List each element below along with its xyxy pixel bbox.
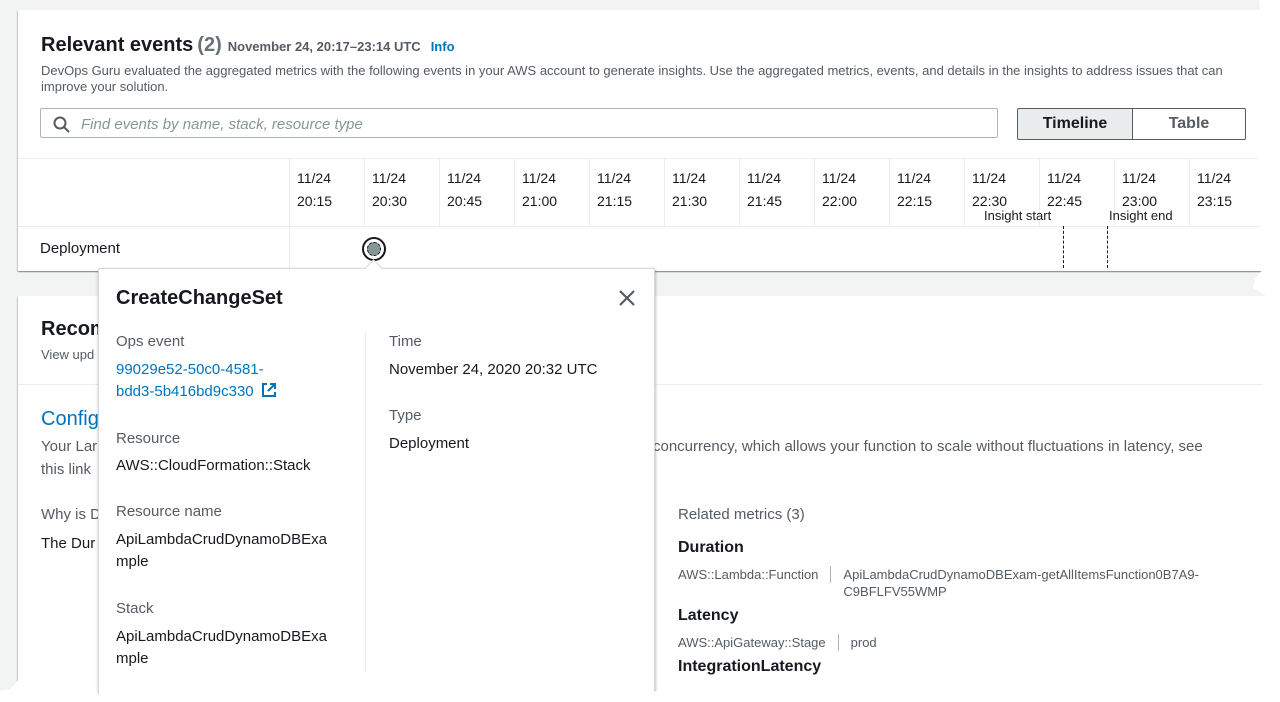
timeline-tick: 11/24 21:15 bbox=[589, 158, 664, 226]
resource-name-label: Resource name bbox=[116, 503, 222, 520]
view-toggle: Timeline Table bbox=[1017, 108, 1246, 140]
resource-name-line1: ApiLambdaCrudDynamoDBExa bbox=[116, 531, 327, 548]
resource-name-value: ApiLambdaCrudDynamoDBExa mple bbox=[116, 529, 327, 573]
tick-time: 22:15 bbox=[897, 193, 933, 209]
related-metrics-heading: Related metrics (3) bbox=[678, 506, 805, 523]
tick-time: 20:30 bbox=[372, 193, 408, 209]
resource-name-line2: mple bbox=[116, 553, 149, 570]
timeline-tick: 11/24 22:15 bbox=[889, 158, 964, 226]
timeline-tick: 11/24 20:15 bbox=[289, 158, 364, 226]
why-heading: Why is D bbox=[41, 506, 101, 523]
timeline-tick: 11/24 21:45 bbox=[739, 158, 814, 226]
tick-date: 11/24 bbox=[597, 170, 631, 186]
stack-label: Stack bbox=[116, 600, 154, 617]
event-details-popover: CreateChangeSet Ops event 99029e52-50c0-… bbox=[98, 259, 655, 702]
tick-date: 11/24 bbox=[972, 170, 1006, 186]
info-link[interactable]: Info bbox=[431, 39, 455, 54]
metric-meta-duration: AWS::Lambda::Function ApiLambdaCrudDynamo… bbox=[678, 566, 1199, 600]
tick-time: 21:00 bbox=[522, 193, 558, 209]
ops-event-id-line1: 99029e52-50c0-4581- bbox=[116, 361, 264, 378]
tick-date: 11/24 bbox=[747, 170, 781, 186]
insight-start-marker bbox=[1063, 226, 1064, 268]
timeline-tick: 11/24 23:15 bbox=[1189, 158, 1264, 226]
tick-time: 21:45 bbox=[747, 193, 783, 209]
tick-date: 11/24 bbox=[1047, 170, 1081, 186]
metric-value-line1: ApiLambdaCrudDynamoDBExam-getAllItemsFun… bbox=[843, 567, 1199, 582]
relevant-events-panel: Relevant events (2) November 24, 20:17–23:… bbox=[18, 10, 1280, 271]
popover-title: CreateChangeSet bbox=[116, 287, 283, 309]
timeline-axis-line bbox=[18, 226, 1280, 227]
type-label: Type bbox=[389, 407, 422, 424]
tick-date: 11/24 bbox=[447, 170, 481, 186]
resource-value: AWS::CloudFormation::Stack bbox=[116, 457, 311, 474]
metric-name-integration-latency: IntegrationLatency bbox=[678, 658, 822, 675]
search-box bbox=[40, 108, 998, 138]
time-value: November 24, 2020 20:32 UTC bbox=[389, 361, 598, 378]
events-title: Relevant events bbox=[41, 34, 194, 56]
timeline-tick: 11/24 21:30 bbox=[664, 158, 739, 226]
timeline-tick: 11/24 21:00 bbox=[514, 158, 589, 226]
timeline-tick: 11/24 20:30 bbox=[364, 158, 439, 226]
external-link-icon bbox=[261, 383, 276, 397]
metric-name-latency: Latency bbox=[678, 607, 739, 624]
tick-date: 11/24 bbox=[672, 170, 706, 186]
time-label: Time bbox=[389, 333, 422, 350]
tick-time: 22:45 bbox=[1047, 193, 1083, 209]
tick-date: 11/24 bbox=[297, 170, 331, 186]
stack-value: ApiLambdaCrudDynamoDBExa mple bbox=[116, 626, 327, 670]
tick-date: 11/24 bbox=[1197, 170, 1231, 186]
recommendations-subtitle: View upd bbox=[41, 347, 95, 362]
recommendation-description-start: Your Lar bbox=[41, 438, 98, 455]
events-header: Relevant events (2) November 24, 20:17–23:… bbox=[41, 34, 455, 57]
table-toggle-button[interactable]: Table bbox=[1133, 108, 1246, 140]
metric-value: ApiLambdaCrudDynamoDBExam-getAllItemsFun… bbox=[843, 566, 1199, 600]
tick-time: 20:15 bbox=[297, 193, 333, 209]
metric-value: prod bbox=[850, 635, 877, 650]
timeline-toggle-button[interactable]: Timeline bbox=[1017, 108, 1133, 140]
recommendation-link[interactable]: Config bbox=[41, 408, 99, 431]
deployment-event-marker[interactable] bbox=[362, 237, 386, 261]
recommendation-description-right: concurrency, which allows your function … bbox=[653, 438, 1203, 455]
events-count: (2) bbox=[197, 34, 222, 56]
timeline-tick: 11/24 22:00 bbox=[814, 158, 889, 226]
tick-date: 11/24 bbox=[1122, 170, 1156, 186]
why-text: The Dur bbox=[41, 535, 96, 552]
stack-line2: mple bbox=[116, 650, 149, 667]
metric-value-line2: C9BFLFV55WMP bbox=[843, 584, 947, 599]
ops-event-label: Ops event bbox=[116, 333, 185, 350]
tick-date: 11/24 bbox=[372, 170, 406, 186]
stack-line1: ApiLambdaCrudDynamoDBExa bbox=[116, 628, 327, 645]
metric-name-duration: Duration bbox=[678, 539, 744, 556]
events-time-range: November 24, 20:17–23:14 UTC bbox=[227, 39, 421, 54]
deployment-row-label: Deployment bbox=[40, 240, 121, 257]
tick-date: 11/24 bbox=[522, 170, 556, 186]
insight-start-label: Insight start bbox=[984, 208, 1052, 223]
timeline-row-divider bbox=[289, 226, 290, 271]
insight-end-label: Insight end bbox=[1109, 208, 1173, 223]
ops-event-link[interactable]: 99029e52-50c0-4581- bdd3-5b416bd9c330 bbox=[116, 359, 277, 403]
metric-resource: AWS::ApiGateway::Stage bbox=[678, 634, 839, 651]
tick-date: 11/24 bbox=[822, 170, 856, 186]
metric-meta-latency: AWS::ApiGateway::Stage prod bbox=[678, 634, 877, 651]
metric-resource: AWS::Lambda::Function bbox=[678, 566, 832, 583]
events-description: DevOps Guru evaluated the aggregated met… bbox=[41, 63, 1223, 94]
close-icon[interactable] bbox=[616, 287, 638, 309]
tick-time: 22:00 bbox=[822, 193, 858, 209]
search-icon bbox=[53, 116, 70, 133]
ops-event-id-line2: bdd3-5b416bd9c330 bbox=[116, 383, 254, 400]
recommendation-description-line2: this link bbox=[41, 461, 92, 478]
tick-time: 20:45 bbox=[447, 193, 483, 209]
resource-label: Resource bbox=[116, 430, 181, 447]
type-value: Deployment bbox=[389, 435, 470, 452]
tick-time: 23:15 bbox=[1197, 193, 1233, 209]
search-input[interactable] bbox=[79, 113, 983, 135]
popover-column-divider bbox=[365, 332, 366, 672]
tick-time: 21:30 bbox=[672, 193, 708, 209]
insight-end-marker bbox=[1107, 226, 1108, 268]
tick-time: 21:15 bbox=[597, 193, 633, 209]
timeline-tick: 11/24 20:45 bbox=[439, 158, 514, 226]
tick-date: 11/24 bbox=[897, 170, 931, 186]
